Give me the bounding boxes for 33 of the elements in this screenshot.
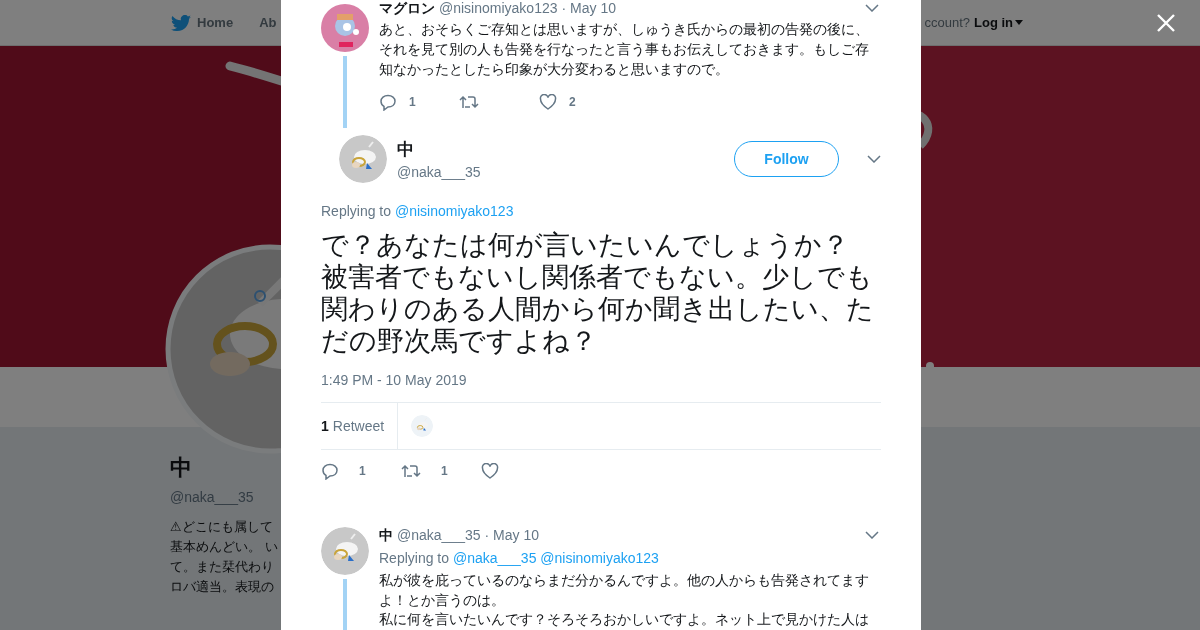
mention-link[interactable]: @nisinomiyako123	[540, 550, 659, 566]
bio-line: 基本めんどい。 い	[170, 538, 278, 556]
about-link[interactable]: Ab	[259, 15, 277, 30]
bio-line: ロバ適当。表現の	[170, 578, 274, 596]
action-count: 1	[441, 464, 448, 478]
tweet-timestamp: 1:49 PM - 10 May 2019	[321, 372, 467, 388]
bird-icon	[171, 14, 191, 31]
profile-name: 中	[170, 454, 192, 482]
author-name: マグロン	[379, 0, 435, 18]
action-count: 1	[359, 464, 366, 478]
chevron-icon[interactable]	[865, 4, 879, 12]
author-name: 中	[379, 527, 393, 545]
tweet-text: 私に何を言いたいんです？そろそろおかしいですよ。ネット上で見かけた人は	[379, 610, 870, 629]
profile-handle: @naka___35	[170, 489, 254, 505]
retweet-icon[interactable]	[401, 463, 421, 479]
heart-icon[interactable]	[481, 463, 499, 479]
login-link[interactable]: Log in	[974, 15, 1023, 30]
reply-icon[interactable]	[321, 462, 339, 480]
tweet-date: · May 10	[561, 0, 616, 16]
bio-line: ⚠どこにも属して	[170, 518, 273, 536]
mention-link[interactable]: @naka___35	[452, 550, 537, 566]
tweet-text: 私が彼を庇っているのならまだ分かるんですよ。他の人からも告発されてますよ！とか言うのは。	[379, 571, 870, 610]
author-handle: @nisinomiyako123	[439, 0, 558, 16]
home-link[interactable]: Home	[171, 14, 234, 31]
close-icon[interactable]	[1157, 14, 1175, 32]
author-handle: @naka___35	[397, 527, 481, 543]
tweet-date: · May 10	[484, 527, 539, 543]
retweet-stat[interactable]: 1 Retweet	[321, 403, 399, 449]
replying-label: Replying to	[379, 550, 450, 566]
caret-icon	[1015, 20, 1023, 25]
account-prompt: ccount?	[924, 15, 970, 30]
chevron-icon[interactable]	[865, 531, 879, 539]
bio-line: て。また栞代わり	[170, 558, 274, 576]
